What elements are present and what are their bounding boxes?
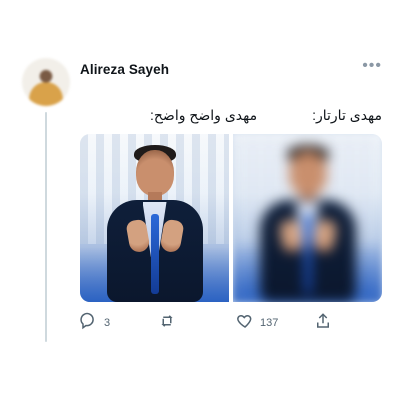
- tweet-card[interactable]: Alireza Sayeh ••• مهدی تارتار: مهدی واضح…: [0, 0, 400, 400]
- lanyard: [150, 214, 159, 294]
- retweet-icon: [158, 312, 176, 333]
- photo-left[interactable]: [80, 134, 229, 302]
- share-icon: [314, 312, 332, 333]
- heart-icon: [236, 312, 254, 333]
- caption-left: مهدی واضح واضح:: [150, 107, 258, 123]
- like-count: 137: [260, 316, 279, 329]
- reply-count: 3: [104, 316, 111, 329]
- author-name[interactable]: Alireza Sayeh: [80, 62, 169, 77]
- share-button[interactable]: [314, 312, 332, 333]
- lanyard: [303, 214, 312, 294]
- tweet-actions: 3 137: [80, 312, 380, 334]
- caption-right: مهدی تارتار:: [312, 107, 382, 123]
- head: [288, 150, 327, 196]
- person-figure-right-blurred: [248, 142, 368, 302]
- like-button[interactable]: 137: [236, 312, 278, 333]
- avatar[interactable]: [22, 58, 70, 106]
- retweet-button[interactable]: [158, 312, 182, 333]
- more-icon[interactable]: •••: [362, 58, 382, 74]
- person-figure-left: [95, 142, 215, 302]
- head: [135, 150, 174, 196]
- reply-button[interactable]: 3: [80, 312, 110, 333]
- thread-line: [45, 112, 47, 342]
- photo-right[interactable]: [233, 134, 382, 302]
- reply-icon: [80, 312, 98, 333]
